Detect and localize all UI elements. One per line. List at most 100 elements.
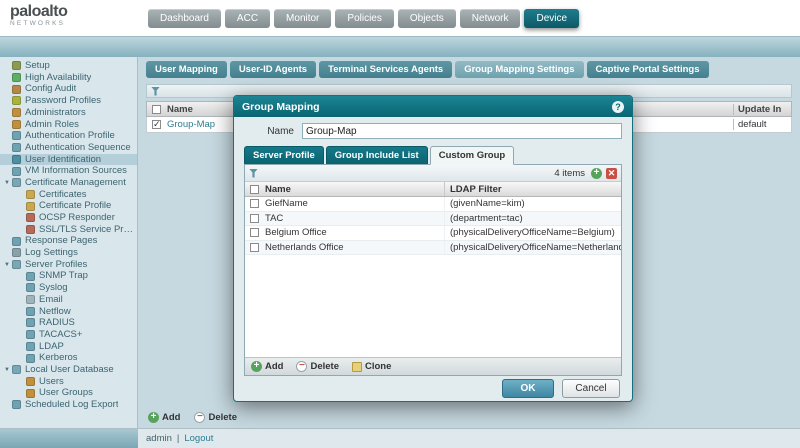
tab-group-mapping-settings[interactable]: Group Mapping Settings: [455, 61, 583, 78]
filter-icon[interactable]: [151, 87, 160, 96]
status-bar-corner: [0, 429, 138, 448]
sidebar-item-kerberos[interactable]: ▼ Kerberos: [0, 352, 137, 364]
help-icon[interactable]: ?: [612, 101, 624, 113]
sidebar-item-tacacs[interactable]: ▼ TACACS+: [0, 329, 137, 341]
row-checkbox[interactable]: [250, 228, 259, 237]
sidebar-item-radius[interactable]: ▼ RADIUS: [0, 317, 137, 329]
sidebar-item-password-profiles[interactable]: ▼ Password Profiles: [0, 95, 137, 107]
nav-tab-dashboard[interactable]: Dashboard: [148, 9, 221, 28]
expander-icon[interactable]: ▼: [4, 367, 12, 373]
add-row-icon[interactable]: +: [591, 168, 602, 179]
row-checkbox[interactable]: [250, 214, 259, 223]
ocsp-responder-icon: [26, 213, 35, 222]
password-profiles-icon: [12, 96, 21, 105]
name-field[interactable]: [302, 123, 622, 139]
sidebar-item-snmp-trap[interactable]: ▼ SNMP Trap: [0, 270, 137, 282]
logo-text-bottom: NETWORKS: [10, 21, 67, 28]
response-pages-icon: [12, 237, 21, 246]
select-all-checkbox[interactable]: [250, 185, 259, 194]
row-name: Belgium Office: [263, 226, 445, 240]
sidebar-item-user-identification[interactable]: ▼ User Identification: [0, 154, 137, 166]
nav-tab-acc[interactable]: ACC: [225, 9, 270, 28]
custom-group-row[interactable]: GiefName (givenName=kim): [245, 197, 621, 212]
add-button[interactable]: + Add: [251, 361, 283, 372]
sidebar-item-user-groups[interactable]: ▼ User Groups: [0, 387, 137, 399]
sidebar-item-server-profiles[interactable]: ▼ Server Profiles: [0, 259, 137, 271]
tab-captive-portal-settings[interactable]: Captive Portal Settings: [587, 61, 709, 78]
logout-link[interactable]: Logout: [184, 433, 213, 444]
tab-terminal-services-agents[interactable]: Terminal Services Agents: [319, 61, 452, 78]
radius-icon: [26, 318, 35, 327]
nav-tab-network[interactable]: Network: [460, 9, 521, 28]
sidebar-item-certificates[interactable]: ▼ Certificates: [0, 189, 137, 201]
sidebar-item-certificate-management[interactable]: ▼ Certificate Management: [0, 177, 137, 189]
ldap-icon: [26, 342, 35, 351]
column-header-ldap-filter: LDAP Filter: [445, 184, 621, 195]
row-checkbox[interactable]: [152, 120, 161, 129]
dialog-title-bar[interactable]: Group Mapping ?: [234, 96, 632, 117]
row-checkbox[interactable]: [250, 199, 259, 208]
custom-group-panel: 4 items + ✕ Name LDAP Filter GiefName (g…: [244, 164, 622, 376]
nav-tab-objects[interactable]: Objects: [398, 9, 456, 28]
ok-button[interactable]: OK: [502, 379, 554, 398]
clone-button[interactable]: Clone: [352, 361, 391, 372]
tab-user-mapping[interactable]: User Mapping: [146, 61, 227, 78]
sidebar-item-email[interactable]: ▼ Email: [0, 294, 137, 306]
sidebar-item-log-settings[interactable]: ▼ Log Settings: [0, 247, 137, 259]
nav-tab-device[interactable]: Device: [524, 9, 579, 28]
sidebar-item-high-availability[interactable]: ▼ High Availability: [0, 72, 137, 84]
sidebar-item-config-audit[interactable]: ▼ Config Audit: [0, 83, 137, 95]
gear-icon: [12, 61, 21, 70]
dialog-table-body: GiefName (givenName=kim) TAC (department…: [245, 197, 621, 357]
custom-group-row[interactable]: Netherlands Office (physicalDeliveryOffi…: [245, 241, 621, 256]
select-all-checkbox[interactable]: [152, 105, 161, 114]
delete-button[interactable]: − Delete: [194, 412, 237, 423]
expander-icon[interactable]: ▼: [4, 262, 12, 268]
tab-user-id-agents[interactable]: User-ID Agents: [230, 61, 316, 78]
authentication-sequence-icon: [12, 143, 21, 152]
dialog-tab-group-include-list[interactable]: Group Include List: [326, 146, 428, 164]
sidebar-item-certificate-profile[interactable]: ▼ Certificate Profile: [0, 200, 137, 212]
sidebar-item-ssl-tls-service-profile[interactable]: ▼ SSL/TLS Service Profile: [0, 224, 137, 236]
ssl-tls-service-profile-icon: [26, 225, 35, 234]
sidebar-item-ocsp-responder[interactable]: ▼ OCSP Responder: [0, 212, 137, 224]
sidebar-item-administrators[interactable]: ▼ Administrators: [0, 107, 137, 119]
nav-tab-policies[interactable]: Policies: [335, 9, 393, 28]
vm-information-sources-icon: [12, 167, 21, 176]
netflow-icon: [26, 307, 35, 316]
sidebar-item-response-pages[interactable]: ▼ Response Pages: [0, 235, 137, 247]
custom-group-row[interactable]: Belgium Office (physicalDeliveryOfficeNa…: [245, 226, 621, 241]
custom-group-row[interactable]: TAC (department=tac): [245, 212, 621, 227]
sidebar-item-authentication-profile[interactable]: ▼ Authentication Profile: [0, 130, 137, 142]
dialog-tab-server-profile[interactable]: Server Profile: [244, 146, 324, 164]
items-count: 4 items: [554, 168, 585, 179]
row-ldap-filter: (physicalDeliveryOfficeName=Belgium): [445, 227, 621, 238]
sidebar-item-netflow[interactable]: ▼ Netflow: [0, 305, 137, 317]
delete-button[interactable]: − Delete: [296, 361, 339, 372]
header-band: [0, 37, 800, 57]
column-header-update-interval: Update In: [733, 104, 791, 115]
expander-icon[interactable]: ▼: [4, 180, 12, 186]
sidebar-item-scheduled-log-export[interactable]: ▼ Scheduled Log Export: [0, 399, 137, 411]
server-profiles-icon: [12, 260, 21, 269]
minus-icon: −: [194, 412, 205, 423]
sidebar-item-admin-roles[interactable]: ▼ Admin Roles: [0, 118, 137, 130]
add-button[interactable]: + Add: [148, 412, 180, 423]
row-update-value: default: [733, 119, 791, 130]
dialog-tab-custom-group[interactable]: Custom Group: [430, 146, 515, 165]
cancel-button[interactable]: Cancel: [562, 379, 620, 398]
group-mapping-dialog: Group Mapping ? Name Server ProfileGroup…: [233, 95, 633, 402]
row-checkbox[interactable]: [250, 243, 259, 252]
sidebar-item-ldap[interactable]: ▼ LDAP: [0, 341, 137, 353]
clear-filter-icon[interactable]: ✕: [606, 168, 617, 179]
sidebar-item-users[interactable]: ▼ Users: [0, 376, 137, 388]
certificate-profile-icon: [26, 202, 35, 211]
sidebar-item-vm-information-sources[interactable]: ▼ VM Information Sources: [0, 165, 137, 177]
sidebar-item-local-user-database[interactable]: ▼ Local User Database: [0, 364, 137, 376]
sidebar-item-authentication-sequence[interactable]: ▼ Authentication Sequence: [0, 142, 137, 154]
row-ldap-filter: (department=tac): [445, 213, 621, 224]
nav-tab-monitor[interactable]: Monitor: [274, 9, 331, 28]
sidebar-item-setup[interactable]: ▼ Setup: [0, 60, 137, 72]
filter-icon[interactable]: [249, 169, 258, 178]
sidebar-item-syslog[interactable]: ▼ Syslog: [0, 282, 137, 294]
